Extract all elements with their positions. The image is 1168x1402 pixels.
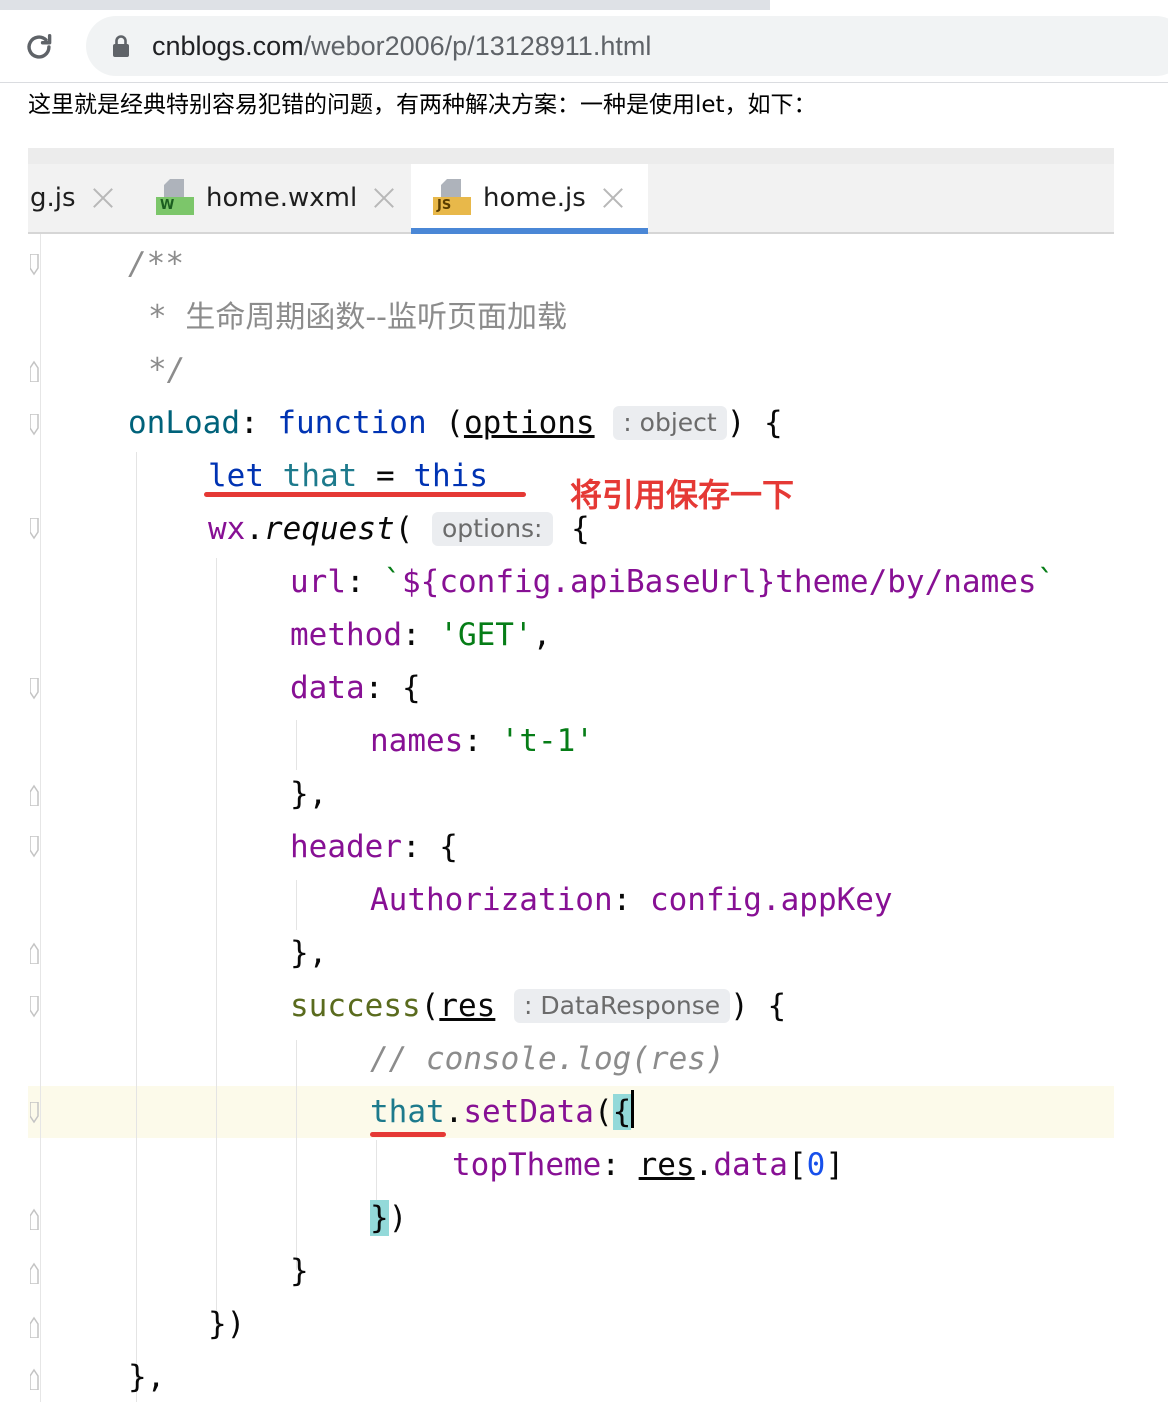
close-icon[interactable] — [373, 187, 395, 209]
tab-strip — [0, 0, 1168, 10]
close-icon[interactable] — [602, 187, 624, 209]
code-line: url: `${config.apiBaseUrl}theme/by/names… — [290, 564, 1056, 600]
address-bar[interactable]: cnblogs.com/webor2006/p/13128911.html — [86, 16, 1168, 76]
fold-icon[interactable] — [30, 1262, 40, 1284]
wxml-file-icon: W — [156, 179, 194, 217]
fold-icon[interactable] — [30, 254, 40, 276]
code-line: names: 't-1' — [370, 723, 594, 759]
type-hint: : object — [613, 406, 727, 440]
fold-icon[interactable] — [30, 996, 40, 1018]
fold-icon[interactable] — [30, 836, 40, 858]
text-caret — [631, 1090, 635, 1128]
fold-icon[interactable] — [30, 678, 40, 700]
code-line: }, — [128, 1359, 166, 1395]
code-line: }, — [290, 935, 328, 971]
url-text: cnblogs.com/webor2006/p/13128911.html — [152, 31, 652, 61]
ide-screenshot: g.js W home.wxml JS home.js /** * 生命周期函数… — [28, 148, 1114, 1402]
lock-icon[interactable] — [110, 34, 132, 58]
code-line: } — [290, 1253, 309, 1289]
article-intro: 这里就是经典特别容易犯错的问题，有两种解决方案：一种是使用let，如下： — [28, 92, 817, 118]
indent-guide — [296, 720, 297, 770]
code-line: onLoad: function (options : object) { — [128, 405, 783, 441]
code-line: }) — [370, 1200, 408, 1236]
fold-icon[interactable] — [30, 518, 40, 540]
code-line: /** — [128, 246, 184, 282]
active-tab-edge[interactable] — [770, 0, 1168, 10]
fold-gutter — [28, 234, 41, 1402]
code-line: that.setData({ — [370, 1086, 635, 1138]
fold-icon[interactable] — [30, 360, 40, 382]
code-line: method: 'GET', — [290, 617, 552, 653]
code-line: header: { — [290, 829, 458, 865]
code-line: data: { — [290, 670, 421, 706]
indent-guide — [296, 880, 297, 930]
code-line: }) — [208, 1306, 246, 1342]
indent-guide — [216, 558, 217, 1328]
red-underline — [204, 492, 526, 497]
fold-icon[interactable] — [30, 942, 40, 964]
fold-icon[interactable] — [30, 1316, 40, 1338]
fold-icon[interactable] — [30, 784, 40, 806]
code-line: topTheme: res.data[0] — [452, 1147, 844, 1183]
tab-label: home.js — [483, 183, 586, 213]
tab-label: home.wxml — [206, 183, 358, 213]
fold-icon[interactable] — [30, 414, 40, 436]
js-file-icon: JS — [433, 179, 471, 217]
code-line: }, — [290, 776, 328, 812]
red-underline — [370, 1132, 446, 1137]
tab-home-js[interactable]: JS home.js — [411, 164, 648, 234]
code-editor[interactable]: /** * 生命周期函数--监听页面加载 */ onLoad: function… — [28, 234, 1114, 1402]
code-line: */ — [148, 352, 186, 388]
indent-guide — [136, 452, 137, 1402]
code-line: * 生命周期函数--监听页面加载 — [148, 299, 567, 335]
code-line: Authorization: config.appKey — [370, 882, 893, 918]
tab-label: g.js — [30, 183, 76, 213]
code-line: success(res : DataResponse) { — [290, 988, 787, 1024]
param-hint: options: — [431, 512, 553, 546]
editor-tabs: g.js W home.wxml JS home.js — [28, 164, 1114, 234]
fold-icon[interactable] — [30, 1208, 40, 1230]
fold-icon[interactable] — [30, 1368, 40, 1390]
ide-top-bar — [28, 148, 1114, 165]
code-line: // console.log(res) — [370, 1041, 725, 1077]
fold-icon[interactable] — [30, 1102, 40, 1124]
reload-icon[interactable] — [22, 30, 56, 64]
annotation-note: 将引用保存一下 — [570, 476, 795, 514]
code-line: wx.request( options: { — [208, 511, 590, 547]
type-hint: : DataResponse — [514, 989, 731, 1023]
tab-g-js[interactable]: g.js — [28, 164, 128, 232]
indent-guide — [296, 1040, 297, 1270]
close-icon[interactable] — [92, 187, 114, 209]
tab-home-wxml[interactable]: W home.wxml — [156, 164, 406, 232]
browser-toolbar: cnblogs.com/webor2006/p/13128911.html — [0, 10, 1168, 83]
